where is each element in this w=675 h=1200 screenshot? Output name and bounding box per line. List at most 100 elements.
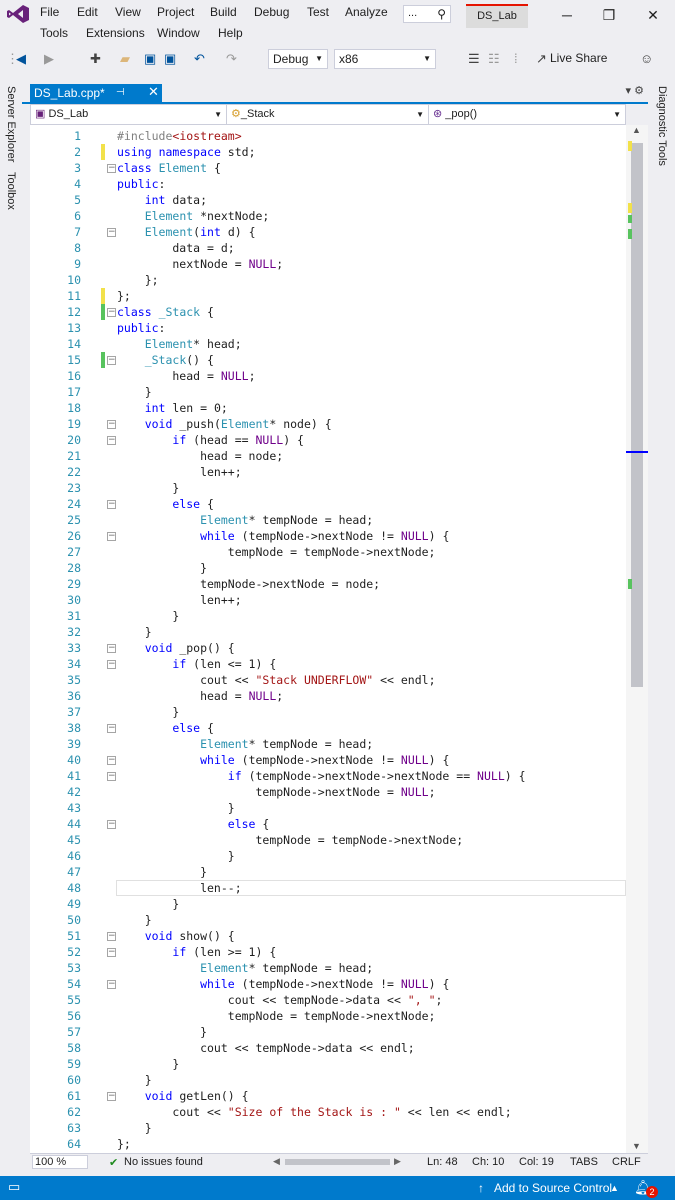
code-line[interactable]: 64}; (30, 1136, 628, 1152)
code-line[interactable]: 26 − while (tempNode->nextNode != NULL) { (30, 528, 628, 544)
collapse-toggle-icon[interactable]: − (107, 820, 116, 829)
code-line[interactable]: 39 Element* tempNode = head; (30, 736, 628, 752)
code-line[interactable]: 59 } (30, 1056, 628, 1072)
code-line[interactable]: 29 tempNode->nextNode = node; (30, 576, 628, 592)
forward-arrow-icon[interactable]: ▶ (44, 51, 54, 67)
code-line[interactable]: 32 } (30, 624, 628, 640)
toolbar-overflow-icon[interactable]: ⁞ (514, 51, 518, 66)
code-line[interactable]: 58 cout << tempNode->data << endl; (30, 1040, 628, 1056)
collapse-toggle-icon[interactable]: − (107, 756, 116, 765)
code-line[interactable]: 14 Element* head; (30, 336, 628, 352)
code-line[interactable]: 43 } (30, 800, 628, 816)
code-line[interactable]: 44 − else { (30, 816, 628, 832)
code-line[interactable]: 47 } (30, 864, 628, 880)
code-line[interactable]: 60 } (30, 1072, 628, 1088)
code-line[interactable]: 35 cout << "Stack UNDERFLOW" << endl; (30, 672, 628, 688)
server-explorer-tab[interactable]: Server Explorer (5, 86, 17, 162)
collapse-toggle-icon[interactable]: − (107, 660, 116, 669)
menu-debug[interactable]: Debug (254, 5, 289, 19)
collapse-toggle-icon[interactable]: − (107, 356, 116, 365)
code-line[interactable]: 53 Element* tempNode = head; (30, 960, 628, 976)
collapse-toggle-icon[interactable]: − (107, 932, 116, 941)
code-line[interactable]: 63 } (30, 1120, 628, 1136)
code-line[interactable]: 5 int data; (30, 192, 628, 208)
add-to-source-control-button[interactable]: Add to Source Control (494, 1181, 612, 1195)
horizontal-scrollbar-thumb[interactable] (285, 1159, 390, 1165)
char-status[interactable]: Ch: 10 (472, 1156, 504, 1168)
collapse-toggle-icon[interactable]: − (107, 532, 116, 541)
tab-overflow-icon[interactable]: ▾ ⚙ (626, 84, 644, 97)
scroll-left-arrow-icon[interactable]: ◀ (273, 1156, 280, 1167)
code-line[interactable]: 48 len--; (30, 880, 628, 896)
code-line[interactable]: 62 cout << "Size of the Stack is : " << … (30, 1104, 628, 1120)
code-line[interactable]: 2 using namespace std; (30, 144, 628, 160)
menu-file[interactable]: File (40, 5, 59, 19)
code-line[interactable]: 40 − while (tempNode->nextNode != NULL) { (30, 752, 628, 768)
code-line[interactable]: 51 − void show() { (30, 928, 628, 944)
code-line[interactable]: 25 Element* tempNode = head; (30, 512, 628, 528)
code-line[interactable]: 28 } (30, 560, 628, 576)
code-line[interactable]: 19 − void _push(Element* node) { (30, 416, 628, 432)
code-line[interactable]: 8 data = d; (30, 240, 628, 256)
code-line[interactable]: 6 Element *nextNode; (30, 208, 628, 224)
code-line[interactable]: 49 } (30, 896, 628, 912)
comment-lines-icon[interactable]: ☷ (488, 51, 500, 67)
code-line[interactable]: 13 public: (30, 320, 628, 336)
code-line[interactable]: 20 − if (head == NULL) { (30, 432, 628, 448)
code-line[interactable]: 34 − if (len <= 1) { (30, 656, 628, 672)
new-project-icon[interactable]: ✚ (90, 51, 101, 67)
feedback-person-icon[interactable]: ☺ (640, 51, 653, 66)
collapse-toggle-icon[interactable]: − (107, 436, 116, 445)
code-line[interactable]: 24 − else { (30, 496, 628, 512)
code-line[interactable]: 15 − _Stack() { (30, 352, 628, 368)
code-line[interactable]: 18 int len = 0; (30, 400, 628, 416)
code-line[interactable]: 12 − class _Stack { (30, 304, 628, 320)
code-line[interactable]: 38 − else { (30, 720, 628, 736)
code-line[interactable]: 45 tempNode = tempNode->nextNode; (30, 832, 628, 848)
editor-vertical-scrollbar[interactable]: ▲ ▼ (626, 125, 648, 1153)
solution-configuration-dropdown[interactable]: Debug ▼ (268, 49, 328, 69)
code-line[interactable]: 31 } (30, 608, 628, 624)
restore-button[interactable]: ❐ (592, 4, 626, 26)
collapse-toggle-icon[interactable]: − (107, 228, 116, 237)
scroll-down-arrow-icon[interactable]: ▼ (632, 1141, 641, 1151)
collapse-toggle-icon[interactable]: − (107, 500, 116, 509)
collapse-toggle-icon[interactable]: − (107, 164, 116, 173)
code-line[interactable]: 22 len++; (30, 464, 628, 480)
collapse-toggle-icon[interactable]: − (107, 772, 116, 781)
line-ending-status[interactable]: CRLF (612, 1156, 641, 1168)
menu-tools[interactable]: Tools (40, 26, 68, 40)
code-line[interactable]: 55 cout << tempNode->data << ", "; (30, 992, 628, 1008)
menu-edit[interactable]: Edit (77, 5, 98, 19)
live-share-icon[interactable]: ↗ (536, 51, 547, 67)
collapse-toggle-icon[interactable]: − (107, 948, 116, 957)
collapse-toggle-icon[interactable]: − (107, 980, 116, 989)
document-tab-ds-lab-cpp[interactable]: DS_Lab.cpp* ⊣ ✕ (30, 84, 162, 104)
code-line[interactable]: 33 − void _pop() { (30, 640, 628, 656)
column-status[interactable]: Col: 19 (519, 1156, 554, 1168)
collapse-toggle-icon[interactable]: − (107, 724, 116, 733)
zoom-dropdown[interactable]: 100 % (32, 1155, 88, 1169)
member-dropdown[interactable]: ⊛ _pop() ▼ (429, 105, 625, 124)
solution-platform-dropdown[interactable]: x86 ▼ (334, 49, 436, 69)
output-window-icon[interactable]: ▭ (8, 1179, 20, 1195)
code-line[interactable]: 36 head = NULL; (30, 688, 628, 704)
menu-test[interactable]: Test (307, 5, 329, 19)
code-line[interactable]: 4 public: (30, 176, 628, 192)
indentation-status[interactable]: TABS (570, 1156, 598, 1168)
collapse-toggle-icon[interactable]: − (107, 1092, 116, 1101)
open-folder-icon[interactable]: ▰ (120, 51, 130, 67)
menu-help[interactable]: Help (218, 26, 243, 40)
menu-view[interactable]: View (115, 5, 141, 19)
code-line[interactable]: 9 nextNode = NULL; (30, 256, 628, 272)
pin-icon[interactable]: ⊣ (116, 84, 125, 102)
scroll-right-arrow-icon[interactable]: ▶ (394, 1156, 401, 1167)
collapse-toggle-icon[interactable]: − (107, 308, 116, 317)
redo-icon[interactable]: ↷ (226, 51, 237, 67)
find-in-files-icon[interactable]: ☰ (468, 51, 480, 67)
menu-extensions[interactable]: Extensions (86, 26, 145, 40)
code-line[interactable]: 37 } (30, 704, 628, 720)
code-line[interactable]: 61 − void getLen() { (30, 1088, 628, 1104)
code-line[interactable]: 1 #include<iostream> (30, 128, 628, 144)
live-share-button[interactable]: Live Share (550, 51, 607, 65)
